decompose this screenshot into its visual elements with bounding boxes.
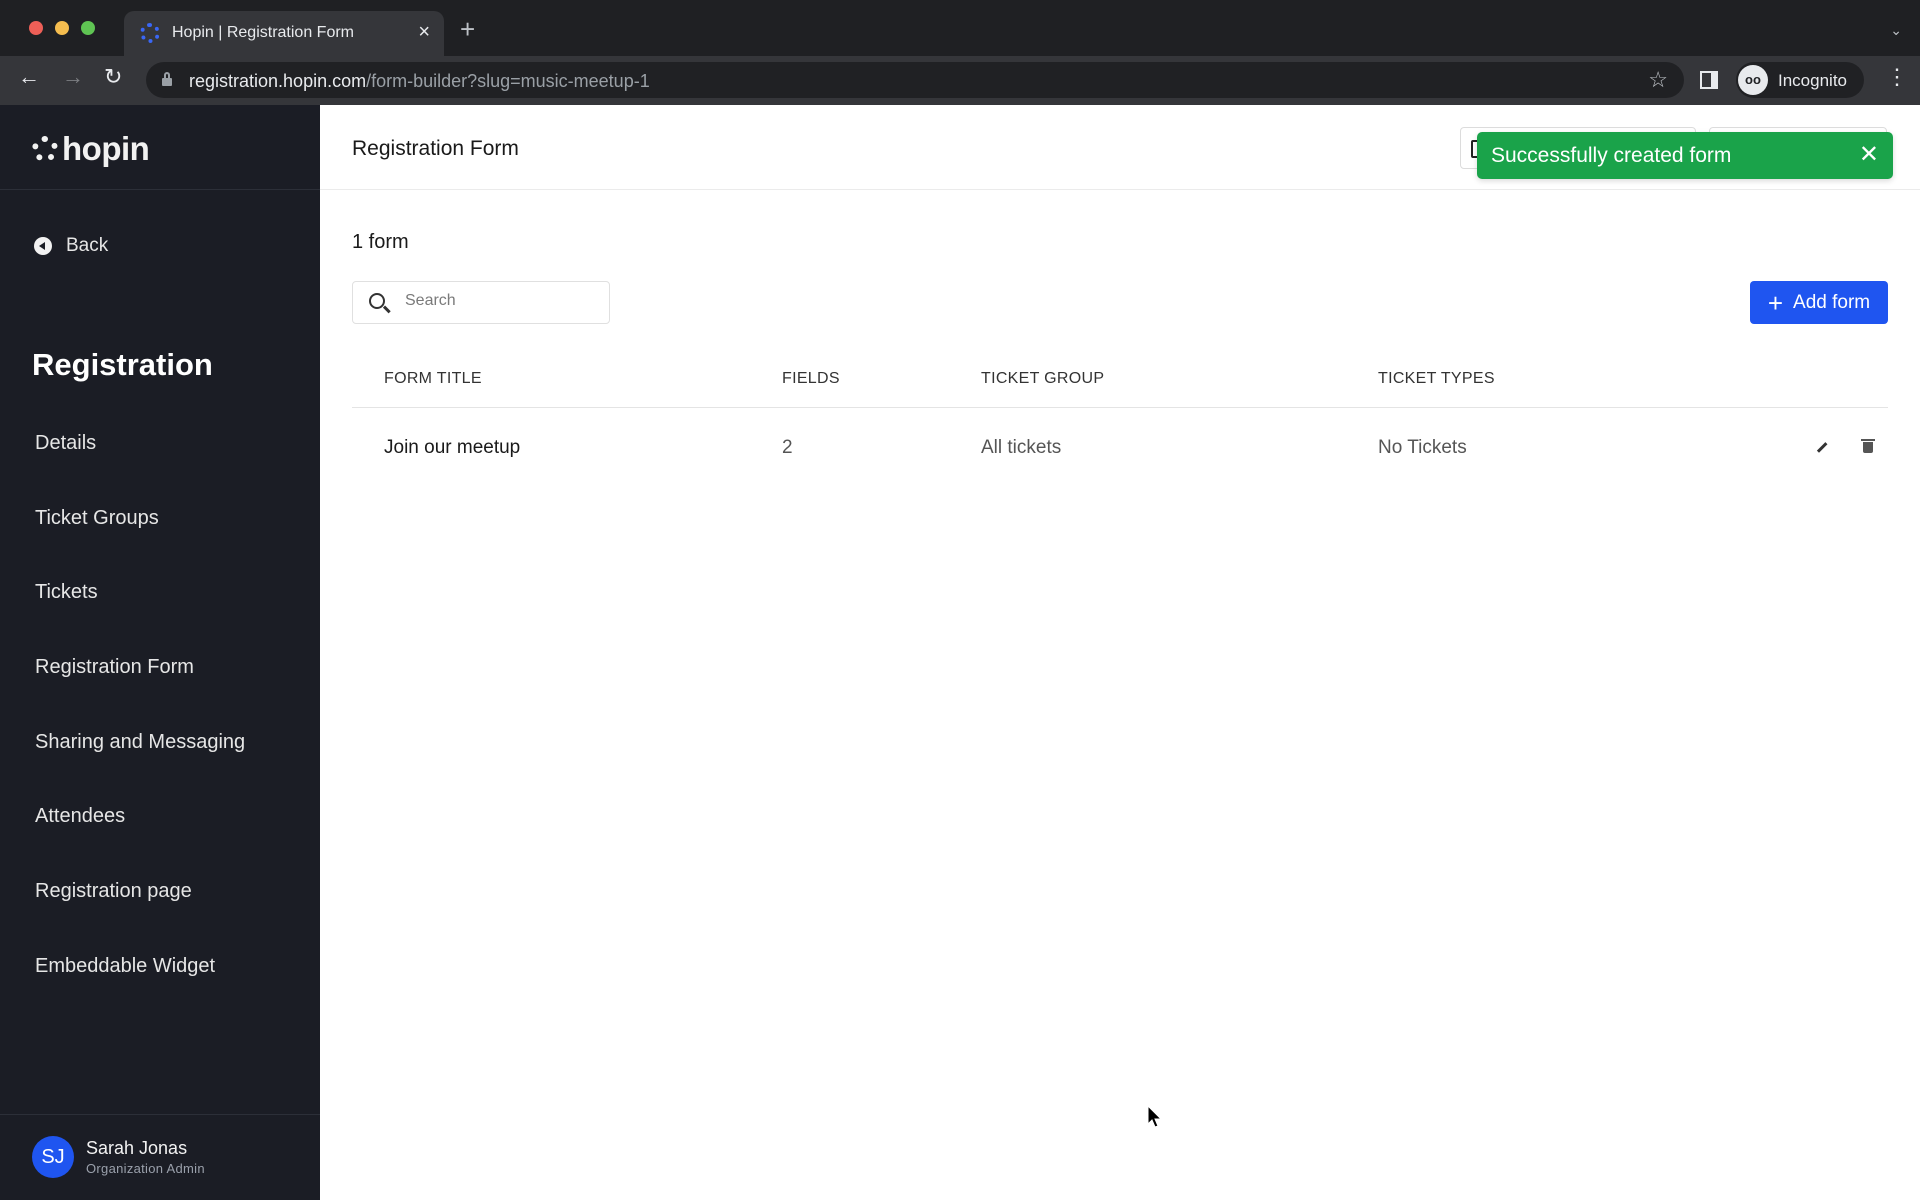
incognito-icon: oo [1738, 65, 1768, 95]
sidebar: hopin Back Registration Details Ticket G… [0, 105, 320, 1200]
add-form-button[interactable]: + Add form [1750, 281, 1888, 324]
cell-ticket-types: No Tickets [1378, 437, 1467, 458]
close-icon[interactable]: ✕ [1859, 140, 1879, 169]
browser-chrome: Hopin | Registration Form × + ⌄ ← → ↻ re… [0, 0, 1920, 105]
sidebar-nav: Details Ticket Groups Tickets Registrati… [35, 432, 245, 1030]
browser-menu-icon[interactable]: ⋮ [1886, 66, 1908, 88]
forward-arrow-icon[interactable]: → [62, 66, 84, 88]
avatar: SJ [32, 1136, 74, 1178]
sidebar-item-registration-form[interactable]: Registration Form [35, 656, 245, 731]
hopin-logo[interactable]: hopin [32, 129, 150, 169]
tab-close-icon[interactable]: × [418, 21, 430, 44]
back-circle-icon [34, 237, 52, 255]
column-header-form-title: FORM TITLE [384, 370, 482, 387]
reload-icon[interactable]: ↻ [104, 66, 122, 88]
window-minimize-button[interactable] [55, 21, 69, 35]
incognito-profile-button[interactable]: oo Incognito [1736, 62, 1864, 98]
user-info: Sarah Jonas Organization Admin [86, 1138, 205, 1176]
search-input[interactable] [405, 292, 595, 310]
column-header-ticket-types: TICKET TYPES [1378, 370, 1495, 387]
window-close-button[interactable] [29, 21, 43, 35]
search-box[interactable] [352, 281, 610, 324]
back-link[interactable]: Back [34, 235, 108, 257]
column-header-ticket-group: TICKET GROUP [981, 370, 1105, 387]
user-name: Sarah Jonas [86, 1138, 188, 1158]
browser-tab-active[interactable]: Hopin | Registration Form × [124, 11, 444, 56]
window-maximize-button[interactable] [81, 21, 95, 35]
sidebar-item-tickets[interactable]: Tickets [35, 581, 245, 656]
table-header: FORM TITLE FIELDS TICKET GROUP TICKET TY… [352, 350, 1888, 408]
sidebar-item-sharing-and-messaging[interactable]: Sharing and Messaging [35, 731, 245, 806]
side-panel-icon[interactable] [1700, 71, 1718, 89]
back-arrow-icon[interactable]: ← [18, 66, 40, 88]
url-text[interactable]: registration.hopin.com/form-builder?slug… [189, 71, 650, 92]
sidebar-section-title: Registration [32, 347, 213, 382]
table-row[interactable]: Join our meetup 2 All tickets No Tickets [352, 408, 1888, 506]
hopin-logo-icon [32, 136, 58, 162]
main-content: Registration Form Successfully created f… [320, 105, 1920, 1200]
url-path: /form-builder?slug=music-meetup-1 [366, 71, 650, 91]
search-icon [369, 293, 385, 309]
add-form-label: Add form [1793, 291, 1871, 313]
page-title: Registration Form [352, 137, 519, 160]
plus-icon: + [1767, 287, 1784, 318]
address-bar[interactable]: registration.hopin.com/form-builder?slug… [146, 62, 1684, 98]
user-role: Organization Admin [86, 1161, 205, 1176]
tab-search-chevron-icon[interactable]: ⌄ [1890, 22, 1902, 39]
page-header: Registration Form Successfully created f… [320, 105, 1920, 190]
sidebar-item-registration-page[interactable]: Registration page [35, 880, 245, 955]
delete-trash-icon[interactable] [1861, 438, 1875, 454]
cell-fields: 2 [782, 437, 793, 458]
back-label: Back [66, 235, 109, 256]
tab-title: Hopin | Registration Form [172, 24, 354, 41]
url-host: registration.hopin.com [189, 71, 367, 91]
forms-table: FORM TITLE FIELDS TICKET GROUP TICKET TY… [352, 350, 1888, 506]
divider [0, 189, 320, 190]
divider [0, 1114, 320, 1115]
lock-icon [162, 72, 172, 86]
user-profile[interactable]: SJ Sarah Jonas Organization Admin [32, 1136, 205, 1178]
form-count: 1 form [352, 231, 409, 253]
cell-ticket-group: All tickets [981, 437, 1062, 458]
edit-pencil-icon[interactable] [1814, 439, 1830, 455]
hopin-app: hopin Back Registration Details Ticket G… [0, 105, 1920, 1200]
browser-toolbar: ← → ↻ registration.hopin.com/form-builde… [0, 56, 1920, 105]
success-toast: Successfully created form ✕ [1477, 132, 1893, 179]
toast-message: Successfully created form [1491, 144, 1732, 167]
sidebar-item-attendees[interactable]: Attendees [35, 805, 245, 880]
sidebar-item-details[interactable]: Details [35, 432, 245, 507]
sidebar-item-ticket-groups[interactable]: Ticket Groups [35, 507, 245, 582]
sidebar-item-embeddable-widget[interactable]: Embeddable Widget [35, 955, 245, 1030]
column-header-fields: FIELDS [782, 370, 840, 387]
logo-text: hopin [62, 130, 150, 167]
new-tab-button[interactable]: + [460, 16, 475, 42]
hopin-favicon-icon [140, 23, 160, 43]
tab-bar: Hopin | Registration Form × + ⌄ [0, 0, 1920, 56]
cell-form-title: Join our meetup [384, 437, 521, 458]
incognito-label: Incognito [1778, 71, 1847, 90]
bookmark-star-icon[interactable]: ☆ [1648, 67, 1668, 93]
